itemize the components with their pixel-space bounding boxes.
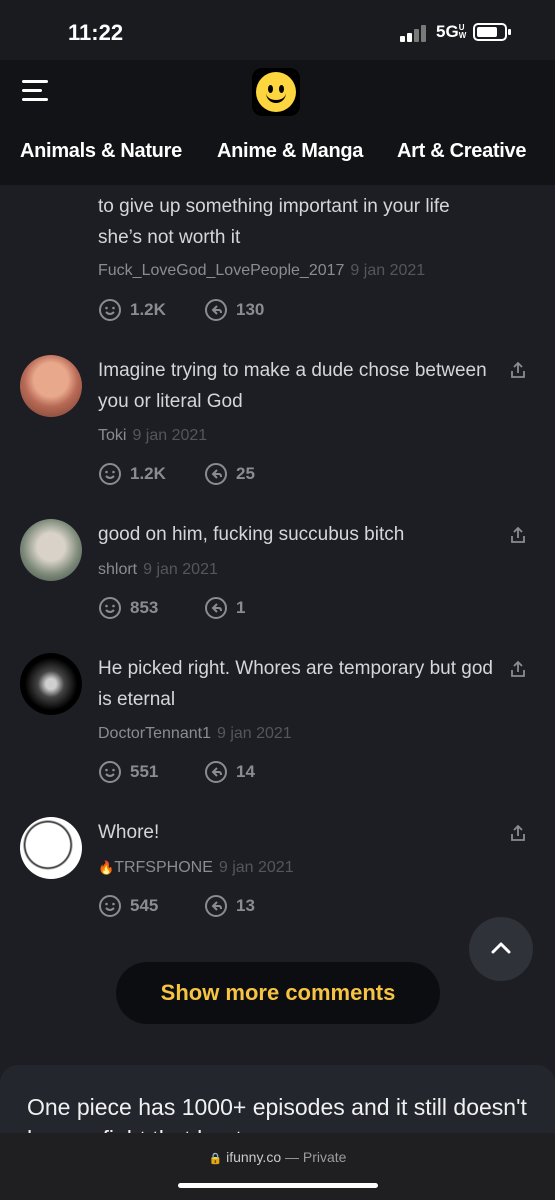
avatar[interactable] bbox=[20, 653, 82, 715]
comment-author[interactable]: Fuck_LoveGod_LovePeople_2017 bbox=[98, 262, 344, 279]
smile-icon bbox=[99, 895, 121, 917]
share-icon[interactable] bbox=[509, 361, 527, 379]
comment-author[interactable]: Toki bbox=[98, 427, 126, 444]
comment-meta: DoctorTennant1 9 jan 2021 bbox=[98, 725, 292, 743]
lock-icon: 🔒 bbox=[208, 1153, 223, 1165]
home-indicator[interactable] bbox=[178, 1183, 378, 1188]
address-bar[interactable]: 🔒 ifunny.co — Private bbox=[0, 1149, 555, 1165]
comment-text: Imagine trying to make a dude chose betw… bbox=[98, 360, 487, 412]
comment-text: to give up something important in your l… bbox=[98, 196, 450, 248]
reply-icon bbox=[205, 463, 227, 485]
smile-button[interactable]: 853 bbox=[98, 595, 158, 621]
share-icon[interactable] bbox=[509, 526, 527, 544]
status-bar: 11:22 5GUW bbox=[0, 0, 555, 60]
scroll-to-top-button[interactable] bbox=[469, 917, 533, 981]
avatar[interactable] bbox=[20, 519, 82, 581]
url-separator: — bbox=[285, 1149, 299, 1165]
private-mode-label: Private bbox=[302, 1149, 347, 1165]
reply-icon bbox=[205, 597, 227, 619]
smile-icon bbox=[99, 597, 121, 619]
smile-icon bbox=[99, 299, 121, 321]
share-icon[interactable] bbox=[509, 660, 527, 678]
comment-author[interactable]: DoctorTennant1 bbox=[98, 725, 211, 742]
avatar[interactable] bbox=[20, 817, 82, 879]
comment-date: 9 jan 2021 bbox=[218, 859, 294, 876]
comment-date: 9 jan 2021 bbox=[132, 427, 208, 444]
network-label: 5GUW bbox=[436, 22, 467, 41]
smile-button[interactable]: 545 bbox=[98, 893, 158, 919]
smiley-icon bbox=[256, 72, 296, 112]
smile-button[interactable]: 1.2K bbox=[98, 297, 166, 323]
url-domain: ifunny.co bbox=[226, 1149, 282, 1165]
reply-icon bbox=[205, 761, 227, 783]
reply-button[interactable]: 25 bbox=[204, 461, 255, 487]
smile-icon bbox=[99, 463, 121, 485]
show-more-comments-button[interactable]: Show more comments bbox=[116, 962, 440, 1024]
avatar[interactable] bbox=[20, 355, 82, 417]
tab-anime-manga[interactable]: Anime & Manga bbox=[217, 140, 363, 163]
smile-button[interactable]: 551 bbox=[98, 759, 158, 785]
comment-author[interactable]: shlort bbox=[98, 561, 137, 578]
chevron-up-icon bbox=[491, 942, 511, 954]
category-tabs: Animals & Nature Anime & Manga Art & Cre… bbox=[0, 140, 555, 170]
comment-text: He picked right. Whores are temporary bu… bbox=[98, 658, 493, 710]
reply-button[interactable]: 14 bbox=[204, 759, 255, 785]
reply-icon bbox=[205, 299, 227, 321]
comment-author[interactable]: TRFSPHONE bbox=[114, 859, 213, 876]
battery-icon bbox=[473, 23, 511, 41]
hamburger-menu-icon[interactable] bbox=[22, 80, 48, 102]
comment-meta: Toki 9 jan 2021 bbox=[98, 427, 207, 445]
flame-icon: 🔥 bbox=[98, 860, 115, 875]
status-time: 11:22 bbox=[68, 20, 124, 45]
comment-text: good on him, fucking succubus bitch bbox=[98, 524, 405, 545]
signal-icon bbox=[400, 22, 430, 42]
next-post-card[interactable]: One piece has 1000+ episodes and it stil… bbox=[0, 1065, 555, 1133]
share-icon[interactable] bbox=[509, 824, 527, 842]
tab-animals-nature[interactable]: Animals & Nature bbox=[20, 140, 182, 163]
next-post-text: One piece has 1000+ episodes and it stil… bbox=[27, 1094, 527, 1133]
reply-icon bbox=[205, 895, 227, 917]
comment-meta: 🔥TRFSPHONE 9 jan 2021 bbox=[98, 859, 294, 877]
comment-meta: Fuck_LoveGod_LovePeople_2017 9 jan 2021 bbox=[98, 262, 425, 280]
reply-button[interactable]: 130 bbox=[204, 297, 264, 323]
comment-date: 9 jan 2021 bbox=[350, 262, 426, 279]
smile-button[interactable]: 1.2K bbox=[98, 461, 166, 487]
browser-toolbar: 🔒 ifunny.co — Private bbox=[0, 1133, 555, 1200]
comment-date: 9 jan 2021 bbox=[216, 725, 292, 742]
ifunny-logo[interactable] bbox=[252, 68, 300, 116]
reply-button[interactable]: 13 bbox=[204, 893, 255, 919]
comment-meta: shlort 9 jan 2021 bbox=[98, 561, 218, 579]
comment-date: 9 jan 2021 bbox=[143, 561, 218, 578]
tab-art-creative[interactable]: Art & Creative bbox=[397, 140, 526, 163]
comment-text: Whore! bbox=[98, 822, 160, 843]
smile-icon bbox=[99, 761, 121, 783]
reply-button[interactable]: 1 bbox=[204, 595, 245, 621]
